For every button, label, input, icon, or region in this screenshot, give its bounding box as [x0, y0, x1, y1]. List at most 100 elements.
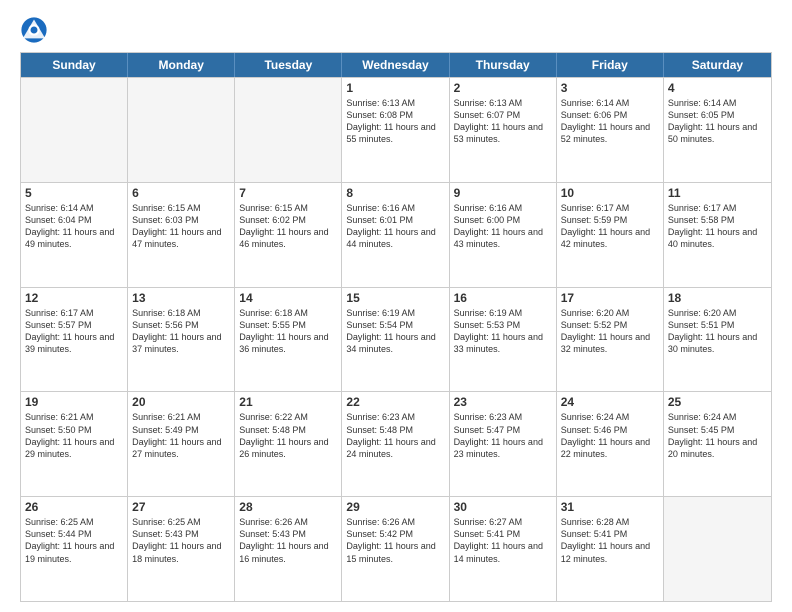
day-number: 18 — [668, 291, 767, 305]
header — [20, 16, 772, 44]
cell-info: Sunrise: 6:23 AM Sunset: 5:47 PM Dayligh… — [454, 411, 552, 460]
day-number: 17 — [561, 291, 659, 305]
cell-info: Sunrise: 6:23 AM Sunset: 5:48 PM Dayligh… — [346, 411, 444, 460]
cell-info: Sunrise: 6:22 AM Sunset: 5:48 PM Dayligh… — [239, 411, 337, 460]
cell-info: Sunrise: 6:13 AM Sunset: 6:07 PM Dayligh… — [454, 97, 552, 146]
cell-info: Sunrise: 6:24 AM Sunset: 5:45 PM Dayligh… — [668, 411, 767, 460]
calendar-cell-22: 22 Sunrise: 6:23 AM Sunset: 5:48 PM Dayli… — [342, 392, 449, 496]
weekday-header-tuesday: Tuesday — [235, 53, 342, 77]
weekday-header-friday: Friday — [557, 53, 664, 77]
calendar-cell-1: 1 Sunrise: 6:13 AM Sunset: 6:08 PM Daylig… — [342, 78, 449, 182]
calendar-cell-26: 26 Sunrise: 6:25 AM Sunset: 5:44 PM Dayli… — [21, 497, 128, 601]
day-number: 13 — [132, 291, 230, 305]
calendar-cell-28: 28 Sunrise: 6:26 AM Sunset: 5:43 PM Dayli… — [235, 497, 342, 601]
cell-info: Sunrise: 6:21 AM Sunset: 5:49 PM Dayligh… — [132, 411, 230, 460]
day-number: 2 — [454, 81, 552, 95]
day-number: 24 — [561, 395, 659, 409]
day-number: 22 — [346, 395, 444, 409]
day-number: 6 — [132, 186, 230, 200]
calendar-cell-14: 14 Sunrise: 6:18 AM Sunset: 5:55 PM Dayli… — [235, 288, 342, 392]
cell-info: Sunrise: 6:18 AM Sunset: 5:55 PM Dayligh… — [239, 307, 337, 356]
calendar-cell-29: 29 Sunrise: 6:26 AM Sunset: 5:42 PM Dayli… — [342, 497, 449, 601]
day-number: 3 — [561, 81, 659, 95]
cell-info: Sunrise: 6:19 AM Sunset: 5:54 PM Dayligh… — [346, 307, 444, 356]
weekday-header-wednesday: Wednesday — [342, 53, 449, 77]
cell-info: Sunrise: 6:15 AM Sunset: 6:03 PM Dayligh… — [132, 202, 230, 251]
day-number: 12 — [25, 291, 123, 305]
calendar-cell-20: 20 Sunrise: 6:21 AM Sunset: 5:49 PM Dayli… — [128, 392, 235, 496]
day-number: 25 — [668, 395, 767, 409]
calendar-cell-8: 8Sunrise: 6:16 AM Sunset: 6:01 PM Daylig… — [342, 183, 449, 287]
calendar-cell-25: 25 Sunrise: 6:24 AM Sunset: 5:45 PM Dayli… — [664, 392, 771, 496]
cell-info: Sunrise: 6:19 AM Sunset: 5:53 PM Dayligh… — [454, 307, 552, 356]
calendar-row-1: 5Sunrise: 6:14 AM Sunset: 6:04 PM Daylig… — [21, 182, 771, 287]
day-number: 26 — [25, 500, 123, 514]
cell-info: Sunrise: 6:21 AM Sunset: 5:50 PM Dayligh… — [25, 411, 123, 460]
calendar-header: SundayMondayTuesdayWednesdayThursdayFrid… — [21, 53, 771, 77]
calendar-cell-10: 10 Sunrise: 6:17 AM Sunset: 5:59 PM Dayli… — [557, 183, 664, 287]
weekday-header-thursday: Thursday — [450, 53, 557, 77]
calendar-cell-7: 7 Sunrise: 6:15 AM Sunset: 6:02 PM Daylig… — [235, 183, 342, 287]
day-number: 10 — [561, 186, 659, 200]
cell-info: Sunrise: 6:25 AM Sunset: 5:44 PM Dayligh… — [25, 516, 123, 565]
calendar-cell-17: 17 Sunrise: 6:20 AM Sunset: 5:52 PM Dayli… — [557, 288, 664, 392]
cell-info: Sunrise: 6:26 AM Sunset: 5:42 PM Dayligh… — [346, 516, 444, 565]
cell-info: Sunrise: 6:14 AM Sunset: 6:06 PM Dayligh… — [561, 97, 659, 146]
calendar-cell-30: 30 Sunrise: 6:27 AM Sunset: 5:41 PM Dayli… — [450, 497, 557, 601]
calendar-cell-4: 4 Sunrise: 6:14 AM Sunset: 6:05 PM Daylig… — [664, 78, 771, 182]
calendar-cell-23: 23 Sunrise: 6:23 AM Sunset: 5:47 PM Dayli… — [450, 392, 557, 496]
calendar-cell-empty-4-6 — [664, 497, 771, 601]
calendar-cell-12: 12 Sunrise: 6:17 AM Sunset: 5:57 PM Dayli… — [21, 288, 128, 392]
cell-info: Sunrise: 6:17 AM Sunset: 5:59 PM Dayligh… — [561, 202, 659, 251]
calendar-cell-27: 27 Sunrise: 6:25 AM Sunset: 5:43 PM Dayli… — [128, 497, 235, 601]
weekday-header-sunday: Sunday — [21, 53, 128, 77]
day-number: 14 — [239, 291, 337, 305]
cell-info: Sunrise: 6:20 AM Sunset: 5:52 PM Dayligh… — [561, 307, 659, 356]
day-number: 30 — [454, 500, 552, 514]
cell-info: Sunrise: 6:14 AM Sunset: 6:04 PM Dayligh… — [25, 202, 123, 251]
day-number: 11 — [668, 186, 767, 200]
day-number: 28 — [239, 500, 337, 514]
weekday-header-saturday: Saturday — [664, 53, 771, 77]
day-number: 1 — [346, 81, 444, 95]
cell-info: Sunrise: 6:17 AM Sunset: 5:57 PM Dayligh… — [25, 307, 123, 356]
calendar-cell-18: 18Sunrise: 6:20 AM Sunset: 5:51 PM Dayli… — [664, 288, 771, 392]
cell-info: Sunrise: 6:13 AM Sunset: 6:08 PM Dayligh… — [346, 97, 444, 146]
calendar-cell-empty-0-2 — [235, 78, 342, 182]
calendar-cell-6: 6 Sunrise: 6:15 AM Sunset: 6:03 PM Daylig… — [128, 183, 235, 287]
calendar-cell-9: 9 Sunrise: 6:16 AM Sunset: 6:00 PM Daylig… — [450, 183, 557, 287]
calendar-row-4: 26 Sunrise: 6:25 AM Sunset: 5:44 PM Dayli… — [21, 496, 771, 601]
calendar-cell-5: 5Sunrise: 6:14 AM Sunset: 6:04 PM Daylig… — [21, 183, 128, 287]
calendar-cell-24: 24Sunrise: 6:24 AM Sunset: 5:46 PM Dayli… — [557, 392, 664, 496]
day-number: 4 — [668, 81, 767, 95]
day-number: 7 — [239, 186, 337, 200]
calendar-cell-31: 31 Sunrise: 6:28 AM Sunset: 5:41 PM Dayli… — [557, 497, 664, 601]
cell-info: Sunrise: 6:26 AM Sunset: 5:43 PM Dayligh… — [239, 516, 337, 565]
calendar-cell-empty-0-0 — [21, 78, 128, 182]
day-number: 27 — [132, 500, 230, 514]
day-number: 29 — [346, 500, 444, 514]
day-number: 9 — [454, 186, 552, 200]
day-number: 20 — [132, 395, 230, 409]
cell-info: Sunrise: 6:15 AM Sunset: 6:02 PM Dayligh… — [239, 202, 337, 251]
day-number: 31 — [561, 500, 659, 514]
page: SundayMondayTuesdayWednesdayThursdayFrid… — [0, 0, 792, 612]
calendar-cell-2: 2 Sunrise: 6:13 AM Sunset: 6:07 PM Daylig… — [450, 78, 557, 182]
cell-info: Sunrise: 6:16 AM Sunset: 6:00 PM Dayligh… — [454, 202, 552, 251]
calendar: SundayMondayTuesdayWednesdayThursdayFrid… — [20, 52, 772, 602]
calendar-row-2: 12 Sunrise: 6:17 AM Sunset: 5:57 PM Dayli… — [21, 287, 771, 392]
cell-info: Sunrise: 6:27 AM Sunset: 5:41 PM Dayligh… — [454, 516, 552, 565]
weekday-header-monday: Monday — [128, 53, 235, 77]
day-number: 23 — [454, 395, 552, 409]
calendar-cell-11: 11 Sunrise: 6:17 AM Sunset: 5:58 PM Dayli… — [664, 183, 771, 287]
logo-icon — [20, 16, 48, 44]
cell-info: Sunrise: 6:25 AM Sunset: 5:43 PM Dayligh… — [132, 516, 230, 565]
cell-info: Sunrise: 6:17 AM Sunset: 5:58 PM Dayligh… — [668, 202, 767, 251]
calendar-row-3: 19Sunrise: 6:21 AM Sunset: 5:50 PM Dayli… — [21, 391, 771, 496]
cell-info: Sunrise: 6:14 AM Sunset: 6:05 PM Dayligh… — [668, 97, 767, 146]
calendar-cell-21: 21Sunrise: 6:22 AM Sunset: 5:48 PM Dayli… — [235, 392, 342, 496]
calendar-cell-16: 16Sunrise: 6:19 AM Sunset: 5:53 PM Dayli… — [450, 288, 557, 392]
cell-info: Sunrise: 6:18 AM Sunset: 5:56 PM Dayligh… — [132, 307, 230, 356]
calendar-cell-3: 3 Sunrise: 6:14 AM Sunset: 6:06 PM Daylig… — [557, 78, 664, 182]
cell-info: Sunrise: 6:28 AM Sunset: 5:41 PM Dayligh… — [561, 516, 659, 565]
